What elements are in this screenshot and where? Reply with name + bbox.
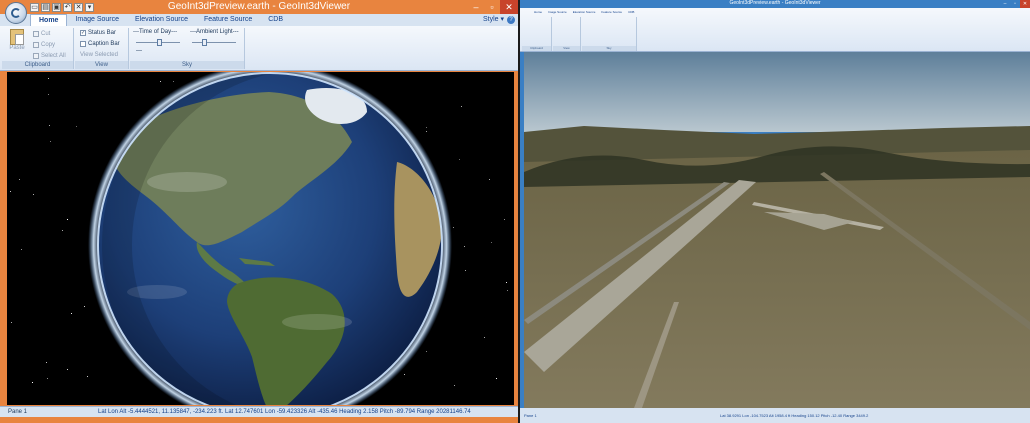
- right-window-title: GeoInt3dPreview.earth - GeoInt3dViewer: [729, 0, 821, 6]
- view-group: ✓ Status Bar Caption Bar View Selected Vi…: [75, 28, 129, 69]
- copy-button[interactable]: Copy: [33, 41, 55, 49]
- title-bar: ▭ ▤ ▣ ↶ ✕ ▾ GeoInt3dPreview.earth - GeoI…: [0, 0, 518, 14]
- cloud-band: [282, 314, 352, 330]
- paste-label: Paste: [9, 45, 25, 51]
- ribbon-panel: Paste Cut Copy Select All Clipboard ✓ Sta…: [0, 26, 518, 71]
- terrain-viewport[interactable]: [524, 52, 1030, 408]
- ribbon-tab-row: Home Image Source Elevation Source Featu…: [0, 14, 518, 26]
- right-view-label: View: [553, 46, 580, 51]
- right-status-bar: Pane 1 Lat 38.9291 Lon -104.7523 Alt 195…: [520, 408, 1030, 423]
- tab-cdb[interactable]: CDB: [260, 14, 291, 26]
- minimize-button[interactable]: –: [468, 0, 484, 14]
- right-clipboard-group: Clipboard: [522, 17, 552, 51]
- cut-icon: [33, 31, 39, 37]
- right-tab-feature-source[interactable]: Feature Source: [601, 10, 622, 14]
- right-maximize-button[interactable]: ▫: [1010, 0, 1020, 8]
- status-bar: Pane 1 Lat Lon Alt -5.4444521, 11.135847…: [0, 406, 518, 417]
- time-of-day-label: ---Time of Day---: [133, 29, 178, 35]
- cut-label: Cut: [41, 31, 51, 37]
- ambient-light-thumb[interactable]: [201, 39, 207, 46]
- tab-image-source[interactable]: Image Source: [67, 14, 127, 26]
- right-coordinate-readout: Lat 38.9291 Lon -104.7523 Alt 1958.4 ft …: [720, 413, 869, 418]
- cut-button[interactable]: Cut: [33, 30, 50, 38]
- ground-plain: [524, 150, 1030, 408]
- right-tab-home[interactable]: Home: [534, 10, 542, 14]
- right-app-window: GeoInt3dPreview.earth - GeoInt3dViewer –…: [520, 0, 1030, 423]
- clipboard-group-label: Clipboard: [2, 61, 73, 69]
- undo-icon[interactable]: ↶: [63, 2, 72, 12]
- close-doc-icon[interactable]: ✕: [74, 2, 83, 12]
- right-pane-label: Pane 1: [524, 413, 537, 418]
- copy-label: Copy: [41, 42, 56, 48]
- sky: [524, 52, 1030, 132]
- window-controls: – ▫ ✕: [468, 0, 518, 14]
- right-window-controls: – ▫ ✕: [1000, 0, 1030, 8]
- paste-button[interactable]: Paste: [7, 29, 27, 51]
- right-ribbon-tabs: Home Image Source Elevation Source Featu…: [534, 10, 634, 14]
- left-app-window: ▭ ▤ ▣ ↶ ✕ ▾ GeoInt3dPreview.earth - GeoI…: [0, 0, 518, 423]
- right-title-bar: GeoInt3dPreview.earth - GeoInt3dViewer –…: [520, 0, 1030, 8]
- sky-group: ---Time of Day--- ---Ambient Light--- — …: [130, 28, 245, 69]
- view-selected-button[interactable]: View Selected: [80, 52, 118, 58]
- right-ribbon-panel: Home Image Source Elevation Source Featu…: [520, 8, 1030, 52]
- style-menu-label: Style: [482, 16, 499, 23]
- select-all-icon: [33, 53, 39, 59]
- status-bar-check-icon: ✓: [80, 30, 86, 36]
- right-minimize-button[interactable]: –: [1000, 0, 1010, 8]
- right-close-button[interactable]: ✕: [1020, 0, 1030, 8]
- cloud-band: [147, 172, 227, 192]
- caption-bar-check-icon: [80, 41, 86, 47]
- tab-feature-source[interactable]: Feature Source: [196, 14, 260, 26]
- globe-viewport[interactable]: [7, 72, 514, 405]
- status-bar-checkbox[interactable]: ✓ Status Bar: [80, 30, 116, 36]
- qat-dropdown-icon[interactable]: ▾: [85, 2, 94, 12]
- tab-elevation-source[interactable]: Elevation Source: [127, 14, 196, 26]
- right-sky-label: Sky: [582, 46, 636, 51]
- select-all-label: Select All: [41, 53, 66, 59]
- paste-icon: [10, 29, 24, 45]
- quick-access-toolbar: ▭ ▤ ▣ ↶ ✕ ▾: [30, 0, 94, 14]
- pane-label: Pane 1: [8, 409, 28, 415]
- tab-home[interactable]: Home: [30, 14, 68, 26]
- maximize-button[interactable]: ▫: [484, 0, 500, 14]
- view-group-label: View: [75, 61, 128, 69]
- right-sky-group: Sky: [582, 17, 637, 51]
- close-button[interactable]: ✕: [500, 0, 518, 14]
- sky-group-label: Sky: [130, 61, 244, 69]
- app-orb-icon[interactable]: [5, 2, 27, 24]
- clipboard-group: Paste Cut Copy Select All Clipboard: [2, 28, 74, 69]
- save-icon[interactable]: ▣: [52, 2, 61, 12]
- new-file-icon[interactable]: ▭: [30, 2, 39, 12]
- view-selected-label: View Selected: [80, 52, 118, 58]
- ambient-light-label: ---Ambient Light---: [190, 29, 239, 35]
- ambient-light-slider[interactable]: [192, 39, 236, 46]
- open-file-icon[interactable]: ▤: [41, 2, 50, 12]
- ribbon-tabs: Home Image Source Elevation Source Featu…: [30, 14, 291, 26]
- coordinate-readout: Lat Lon Alt -5.4444521, 11.135847, -234.…: [98, 409, 471, 415]
- status-bar-label: Status Bar: [88, 30, 117, 36]
- style-menu[interactable]: Style ▾: [483, 14, 504, 26]
- right-tab-image-source[interactable]: Image Source: [548, 10, 567, 14]
- caption-bar-label: Caption Bar: [88, 41, 120, 47]
- select-all-button[interactable]: Select All: [33, 52, 66, 60]
- right-clipboard-label: Clipboard: [522, 46, 551, 51]
- caption-bar-checkbox[interactable]: Caption Bar: [80, 41, 120, 47]
- right-tab-cdb[interactable]: CDB: [628, 10, 634, 14]
- help-icon[interactable]: ?: [507, 16, 515, 24]
- right-tab-elevation-source[interactable]: Elevation Source: [573, 10, 596, 14]
- time-value-dash: —: [136, 48, 142, 54]
- right-view-group: View: [553, 17, 581, 51]
- airfield-terrain-view: [524, 52, 1030, 408]
- time-of-day-thumb[interactable]: [157, 39, 163, 46]
- earth-globe: [88, 72, 452, 405]
- time-of-day-slider[interactable]: [136, 39, 180, 46]
- copy-icon: [33, 42, 39, 48]
